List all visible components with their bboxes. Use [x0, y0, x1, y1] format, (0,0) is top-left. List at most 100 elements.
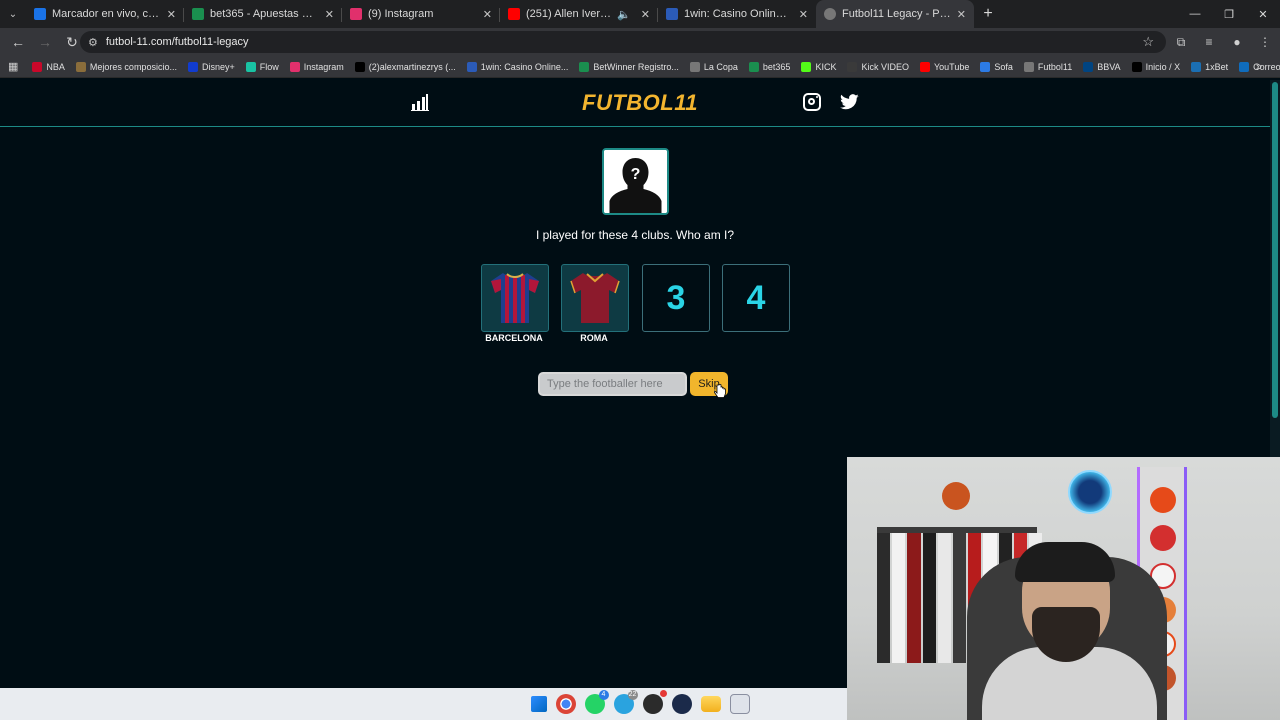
bookmark-item[interactable]: Kick VIDEO — [847, 61, 909, 72]
telegram-icon[interactable]: 22 — [613, 690, 638, 714]
bookmark-item[interactable]: Futbol11 — [1023, 61, 1072, 72]
back-arrow-icon[interactable]: ← — [6, 30, 30, 54]
tab-title: Futbol11 Legacy - Play Footbal — [842, 8, 951, 20]
twitter-icon[interactable] — [840, 94, 859, 110]
minimize-icon[interactable]: — — [1178, 0, 1212, 28]
club-name-2: ROMA — [580, 333, 608, 343]
hand-cursor-icon — [714, 384, 726, 398]
footballer-guess-input[interactable] — [538, 372, 687, 396]
browser-tab[interactable]: (251) Allen Iverson Mix - "G 🔈 ✕ — [500, 0, 658, 28]
extensions-icon[interactable]: ⧉ — [1172, 35, 1190, 50]
bookmark-favicon-icon — [1191, 61, 1202, 72]
bookmark-favicon-icon — [801, 61, 812, 72]
bookmark-item[interactable]: Flow — [245, 61, 279, 72]
whatsapp-icon[interactable]: 4 — [584, 690, 609, 714]
club-slot-2 — [561, 264, 629, 332]
tab-title: Marcador en vivo, calendario y — [52, 8, 161, 20]
stats-bar-chart-icon[interactable] — [411, 94, 429, 111]
bookmark-item[interactable]: Mejores composicio... — [75, 61, 177, 72]
mystery-player-avatar: ? — [602, 148, 669, 215]
bookmark-item[interactable]: BBVA — [1083, 61, 1121, 72]
bookmark-favicon-icon — [245, 61, 256, 72]
scrollbar-thumb[interactable] — [1272, 82, 1278, 418]
channel-logo — [1068, 470, 1112, 514]
bookmark-item[interactable]: bet365 — [748, 61, 790, 72]
tab-title: (251) Allen Iverson Mix - "G — [526, 8, 612, 20]
menu-kebab-icon[interactable]: ⋮ — [1256, 35, 1274, 49]
file-explorer-icon[interactable] — [700, 696, 721, 712]
close-window-icon[interactable]: ✕ — [1246, 0, 1280, 28]
browser-tab[interactable]: 1win: Casino Online y Apuestas ✕ — [658, 0, 816, 28]
bookmark-item[interactable]: Sofa — [980, 61, 1013, 72]
tab-favicon — [508, 8, 520, 20]
profile-avatar-icon[interactable]: ● — [1228, 35, 1246, 49]
bookmark-favicon-icon — [1131, 61, 1142, 72]
browser-tab[interactable]: bet365 - Apuestas deportivas e ✕ — [184, 0, 342, 28]
bookmark-favicon-icon — [689, 61, 700, 72]
bookmark-label: Instagram — [303, 61, 344, 72]
bookmark-item[interactable]: Instagram — [289, 61, 344, 72]
snipping-tool-icon[interactable] — [729, 694, 750, 714]
restore-icon[interactable]: ❐ — [1212, 0, 1246, 28]
bookmark-item[interactable]: Disney+ — [187, 61, 235, 72]
site-logo[interactable]: FUTBOL11 — [582, 90, 698, 116]
barcelona-shirt-icon — [491, 273, 539, 323]
bookmark-item[interactable]: BetWinner Registro... — [579, 61, 679, 72]
bookmark-item[interactable]: Inicio / X — [1131, 61, 1181, 72]
bookmark-favicon-icon — [289, 61, 300, 72]
bookmark-item[interactable]: KICK — [801, 61, 836, 72]
club-slot-3-hidden: 3 — [642, 264, 710, 332]
streamlabs-icon[interactable] — [671, 694, 692, 714]
tab-search-icon[interactable]: ⌄ — [0, 0, 26, 28]
bookmark-item[interactable]: YouTube — [919, 61, 969, 72]
site-info-icon[interactable]: ⚙ — [88, 36, 98, 49]
url-field[interactable]: ⚙ futbol-11.com/futbol11-legacy ☆ — [80, 31, 1166, 53]
tab-title: 1win: Casino Online y Apuestas — [684, 8, 793, 20]
bookmark-label: La Copa — [703, 61, 738, 72]
media-control-icon[interactable]: ≡ — [1200, 35, 1218, 49]
bookmark-favicon-icon — [1083, 61, 1094, 72]
instagram-icon[interactable] — [803, 93, 821, 111]
new-tab-button[interactable]: + — [974, 0, 1002, 28]
bookmark-favicon-icon — [1023, 61, 1034, 72]
tab-mute-icon[interactable]: 🔈 — [617, 8, 631, 21]
svg-text:?: ? — [631, 166, 641, 183]
windows-start-icon[interactable] — [530, 696, 547, 712]
tab-close-icon[interactable]: ✕ — [641, 8, 650, 21]
bookmark-star-icon[interactable]: ☆ — [1142, 34, 1154, 50]
bookmark-label: Flow — [259, 61, 279, 72]
bookmark-item[interactable]: La Copa — [689, 61, 738, 72]
roma-shirt-icon — [570, 273, 620, 323]
bookmark-item[interactable]: NBA — [32, 61, 65, 72]
bookmark-favicon-icon — [1239, 61, 1250, 72]
bookmark-favicon-icon — [187, 61, 198, 72]
forward-arrow-icon[interactable]: → — [33, 30, 57, 54]
club-slot-4-hidden: 4 — [722, 264, 790, 332]
tab-favicon — [34, 8, 46, 20]
obs-record-icon[interactable] — [642, 690, 667, 714]
bookmark-item[interactable]: (2)alexmartinezrys (... — [354, 61, 456, 72]
browser-tab[interactable]: (9) Instagram ✕ — [342, 0, 500, 28]
site-header: FUTBOL11 — [0, 80, 1270, 127]
apps-grid-icon[interactable]: ▦ — [8, 60, 18, 73]
bookmark-favicon-icon — [354, 61, 365, 72]
bookmark-item[interactable]: 1win: Casino Online... — [466, 61, 569, 72]
tab-title: bet365 - Apuestas deportivas e — [210, 8, 319, 20]
bookmark-label: 1win: Casino Online... — [480, 61, 569, 72]
bookmark-label: Disney+ — [201, 61, 235, 72]
tab-favicon — [192, 8, 204, 20]
tab-close-icon[interactable]: ✕ — [799, 8, 808, 21]
toolbar-icons: ⧉ ≡ ● ⋮ — [1172, 28, 1274, 56]
bookmark-label: Inicio / X — [1145, 61, 1181, 72]
bookmark-label: Kick VIDEO — [861, 61, 909, 72]
question-prompt: I played for these 4 clubs. Who am I? — [535, 228, 735, 242]
bookmarks-overflow-icon[interactable]: » — [1256, 61, 1262, 73]
tab-close-icon[interactable]: ✕ — [167, 8, 176, 21]
bookmark-item[interactable]: 1xBet — [1191, 61, 1228, 72]
browser-tab[interactable]: Marcador en vivo, calendario y ✕ — [26, 0, 184, 28]
browser-tab-active[interactable]: Futbol11 Legacy - Play Footbal ✕ — [816, 0, 974, 28]
tab-close-icon[interactable]: ✕ — [483, 8, 492, 21]
tab-close-icon[interactable]: ✕ — [957, 8, 966, 21]
tab-close-icon[interactable]: ✕ — [325, 8, 334, 21]
chrome-icon[interactable] — [555, 694, 576, 714]
